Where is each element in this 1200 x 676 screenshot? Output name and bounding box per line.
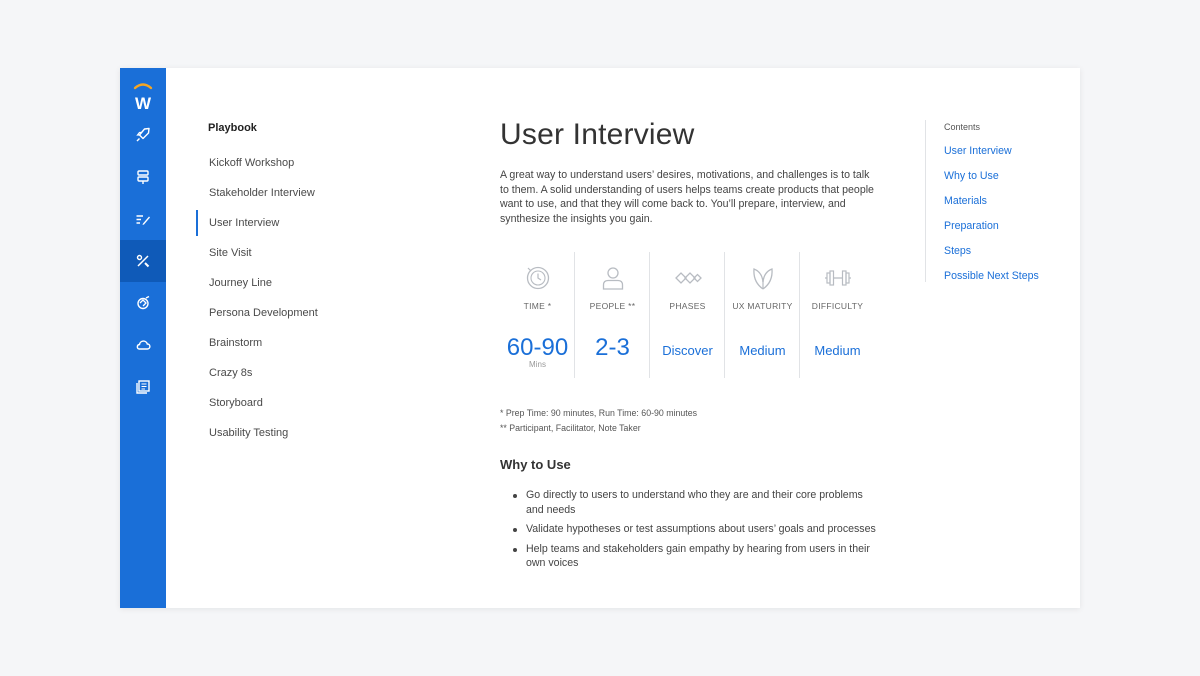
library-icon[interactable]: [120, 366, 166, 408]
icon-rail: W: [120, 68, 166, 608]
nav-item-brainstorm[interactable]: Brainstorm: [209, 330, 429, 356]
clock-icon: [500, 264, 575, 294]
logo-letter: W: [135, 94, 152, 113]
nav-item-crazy-8s[interactable]: Crazy 8s: [209, 360, 429, 386]
stat-value: 2-3: [595, 334, 630, 361]
list-item: Validate hypotheses or test assumptions …: [500, 522, 880, 537]
stat-label: PHASES: [669, 301, 706, 311]
playbook-card: W Playbook Kickoff Workshop Stakeholder …: [120, 68, 1080, 608]
toc-link-materials[interactable]: Materials: [944, 195, 987, 207]
stat-people: PEOPLE ** 2-3: [575, 252, 650, 378]
list-item: Go directly to users to understand who t…: [500, 488, 880, 517]
stat-time: TIME * 60-90 Mins: [500, 252, 575, 378]
stat-difficulty: DIFFICULTY Medium: [800, 252, 875, 378]
toc-link-user-interview[interactable]: User Interview: [944, 145, 1012, 157]
toc-link-why-to-use[interactable]: Why to Use: [944, 170, 999, 182]
nav-item-user-interview[interactable]: User Interview: [196, 210, 429, 236]
nav-item-usability-testing[interactable]: Usability Testing: [209, 420, 429, 446]
stat-label: TIME *: [523, 301, 552, 311]
toc-link-steps[interactable]: Steps: [944, 245, 971, 257]
page-title: User Interview: [500, 118, 695, 151]
stat-value: Discover: [662, 343, 713, 358]
toc-link-possible-next-steps[interactable]: Possible Next Steps: [944, 270, 1039, 282]
person-icon: [575, 264, 650, 294]
intro-paragraph: A great way to understand users’ desires…: [500, 169, 874, 225]
signpost-icon[interactable]: [120, 156, 166, 198]
stat-value: Medium: [814, 343, 861, 358]
why-to-use-heading: Why to Use: [500, 457, 571, 472]
stat-label: PEOPLE **: [589, 301, 636, 311]
footnotes: * Prep Time: 90 minutes, Run Time: 60-90…: [500, 406, 697, 435]
nav-item-persona-development[interactable]: Persona Development: [209, 300, 429, 326]
handshake-icon[interactable]: [120, 282, 166, 324]
stat-label: DIFFICULTY: [811, 301, 864, 311]
dumbbell-icon: [800, 264, 875, 294]
list-item: Help teams and stakeholders gain empathy…: [500, 542, 880, 571]
cloud-icon[interactable]: [120, 324, 166, 366]
stats-row: TIME * 60-90 Mins PEOPLE ** 2-3 PHASES D…: [500, 252, 875, 378]
footnote-time: * Prep Time: 90 minutes, Run Time: 60-90…: [500, 408, 698, 418]
nav-item-kickoff-workshop[interactable]: Kickoff Workshop: [209, 150, 429, 176]
edit-list-icon[interactable]: [120, 198, 166, 240]
workday-logo[interactable]: W: [120, 78, 166, 114]
table-of-contents: Contents User Interview Why to Use Mater…: [925, 120, 1039, 282]
stat-label: UX MATURITY: [732, 301, 793, 311]
rocket-icon[interactable]: [120, 114, 166, 156]
nav-item-stakeholder-interview[interactable]: Stakeholder Interview: [209, 180, 429, 206]
footnote-people: ** Participant, Facilitator, Note Taker: [500, 422, 641, 433]
tools-icon[interactable]: [120, 240, 166, 282]
stat-unit: Mins: [529, 360, 546, 369]
leaf-icon: [725, 264, 800, 294]
nav-item-storyboard[interactable]: Storyboard: [209, 390, 429, 416]
nav-item-journey-line[interactable]: Journey Line: [209, 270, 429, 296]
toc-title: Contents: [944, 122, 981, 132]
stat-phases: PHASES Discover: [650, 252, 725, 378]
why-to-use-list: Go directly to users to understand who t…: [500, 488, 880, 576]
stat-ux-maturity: UX MATURITY Medium: [725, 252, 800, 378]
stat-value: 60-90: [506, 334, 569, 361]
nav-item-site-visit[interactable]: Site Visit: [209, 240, 429, 266]
playbook-title: Playbook: [208, 122, 257, 134]
stat-value: Medium: [739, 343, 786, 358]
toc-link-preparation[interactable]: Preparation: [944, 220, 999, 232]
phases-icon: [650, 264, 725, 294]
